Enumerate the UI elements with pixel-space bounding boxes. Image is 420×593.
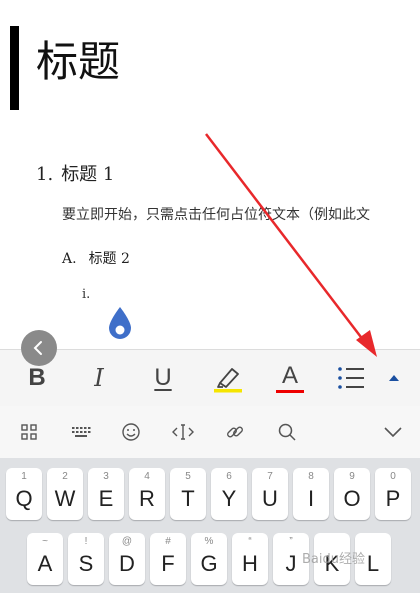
italic-button[interactable]: I bbox=[86, 350, 112, 406]
key-f[interactable]: # F bbox=[150, 533, 186, 585]
highlight-button[interactable] bbox=[212, 350, 244, 406]
document-title[interactable]: 标题 bbox=[36, 36, 120, 88]
key-label: T bbox=[181, 486, 195, 511]
key-label: O bbox=[343, 486, 361, 511]
heading-1-text: 标题 1 bbox=[61, 164, 115, 185]
key-hint: 0 bbox=[390, 471, 396, 482]
back-chevron-icon bbox=[33, 341, 42, 355]
formatting-toolbar: B I U A bbox=[0, 349, 420, 407]
cursor-move-icon bbox=[172, 424, 194, 440]
key-label: I bbox=[307, 486, 315, 511]
document-canvas[interactable]: 标题 1. 标题 1 要立即开始，只需点击任何占位符文本（例如此文 A. 标题 2 … bbox=[0, 0, 420, 349]
font-color-button[interactable]: A bbox=[274, 350, 306, 406]
expand-toolbar-button[interactable] bbox=[384, 350, 404, 406]
key-a[interactable]: ~ A bbox=[27, 533, 63, 585]
heading-1[interactable]: 1. 标题 1 bbox=[36, 160, 114, 186]
key-e[interactable]: 3E bbox=[88, 468, 124, 520]
grid-button[interactable] bbox=[16, 406, 42, 458]
key-label: P bbox=[385, 486, 401, 511]
key-q[interactable]: 1Q bbox=[6, 468, 42, 520]
key-label: Q bbox=[15, 486, 33, 511]
search-icon bbox=[278, 423, 296, 441]
key-label: H bbox=[242, 551, 258, 576]
key-hint: 1 bbox=[21, 471, 27, 482]
cursor-handle-icon[interactable] bbox=[106, 305, 134, 341]
key-r[interactable]: 4R bbox=[129, 468, 165, 520]
bullet-list-button[interactable] bbox=[336, 350, 366, 406]
key-hint: 8 bbox=[308, 471, 314, 482]
body-paragraph[interactable]: 要立即开始，只需点击任何占位符文本（例如此文 bbox=[62, 204, 370, 224]
heading-2-text: 标题 2 bbox=[88, 251, 130, 267]
heading-3-number[interactable]: i. bbox=[82, 287, 90, 302]
emoji-icon bbox=[122, 423, 140, 441]
key-hint: % bbox=[204, 536, 214, 547]
heading-2[interactable]: A. 标题 2 bbox=[62, 248, 130, 268]
key-s[interactable]: ! S bbox=[68, 533, 104, 585]
key-hint: 4 bbox=[144, 471, 150, 482]
underline-button[interactable]: U bbox=[150, 350, 176, 406]
grid-icon bbox=[21, 424, 37, 440]
key-label: R bbox=[139, 486, 155, 511]
key-hint: 2 bbox=[62, 471, 68, 482]
keyboard-toolbar bbox=[0, 406, 420, 458]
key-hint: 3 bbox=[103, 471, 109, 482]
font-color-letter: A bbox=[281, 361, 298, 389]
search-button[interactable] bbox=[274, 406, 300, 458]
key-hint: @ bbox=[121, 536, 133, 547]
watermark: Baidu经验 bbox=[302, 552, 365, 567]
key-p[interactable]: 0P bbox=[375, 468, 411, 520]
font-color-bar bbox=[276, 389, 304, 393]
back-chevron-button[interactable] bbox=[21, 330, 57, 366]
highlight-color-bar bbox=[214, 389, 242, 393]
key-i[interactable]: 8I bbox=[293, 468, 329, 520]
key-hint: ! bbox=[84, 536, 88, 547]
key-label: Y bbox=[221, 486, 237, 511]
key-label: D bbox=[119, 551, 135, 576]
collapse-keyboard-button[interactable] bbox=[380, 406, 406, 458]
key-h[interactable]: “H bbox=[232, 533, 268, 585]
heading-1-number: 1. bbox=[36, 164, 54, 185]
key-w[interactable]: 2W bbox=[47, 468, 83, 520]
key-t[interactable]: 5T bbox=[170, 468, 206, 520]
link-button[interactable] bbox=[222, 406, 248, 458]
keyboard-layout-button[interactable] bbox=[68, 406, 94, 458]
key-hint: 6 bbox=[226, 471, 232, 482]
key-hint: # bbox=[165, 536, 171, 547]
heading-2-number: A. bbox=[62, 251, 77, 267]
collapse-keyboard-icon bbox=[384, 427, 402, 438]
key-o[interactable]: 9O bbox=[334, 468, 370, 520]
expand-up-icon bbox=[389, 375, 399, 381]
key-label: W bbox=[54, 486, 76, 511]
key-hint: 5 bbox=[185, 471, 191, 482]
key-label: F bbox=[161, 551, 175, 576]
key-label: G bbox=[200, 551, 218, 576]
key-d[interactable]: @ D bbox=[109, 533, 145, 585]
soft-keyboard: 1Q2W3E4R5T6Y7U8I9O0P ~ A! S @ D # F% G “H” J K L bbox=[0, 458, 420, 593]
highlighter-icon bbox=[214, 368, 242, 393]
key-y[interactable]: 6Y bbox=[211, 468, 247, 520]
key-hint: ” bbox=[289, 536, 293, 547]
key-label: S bbox=[78, 551, 94, 576]
link-icon bbox=[227, 426, 243, 438]
keyboard-icon bbox=[72, 427, 91, 437]
title-accent-bar bbox=[10, 26, 19, 110]
emoji-button[interactable] bbox=[118, 406, 144, 458]
key-hint: 7 bbox=[267, 471, 273, 482]
key-label: U bbox=[262, 486, 278, 511]
key-hint: “ bbox=[248, 536, 252, 547]
key-u[interactable]: 7U bbox=[252, 468, 288, 520]
key-hint: ~ bbox=[42, 536, 48, 547]
bullet-list-icon bbox=[338, 367, 364, 389]
cursor-move-button[interactable] bbox=[170, 406, 196, 458]
key-g[interactable]: % G bbox=[191, 533, 227, 585]
key-label: A bbox=[37, 551, 53, 576]
key-label: E bbox=[98, 486, 114, 511]
key-hint: 9 bbox=[349, 471, 355, 482]
